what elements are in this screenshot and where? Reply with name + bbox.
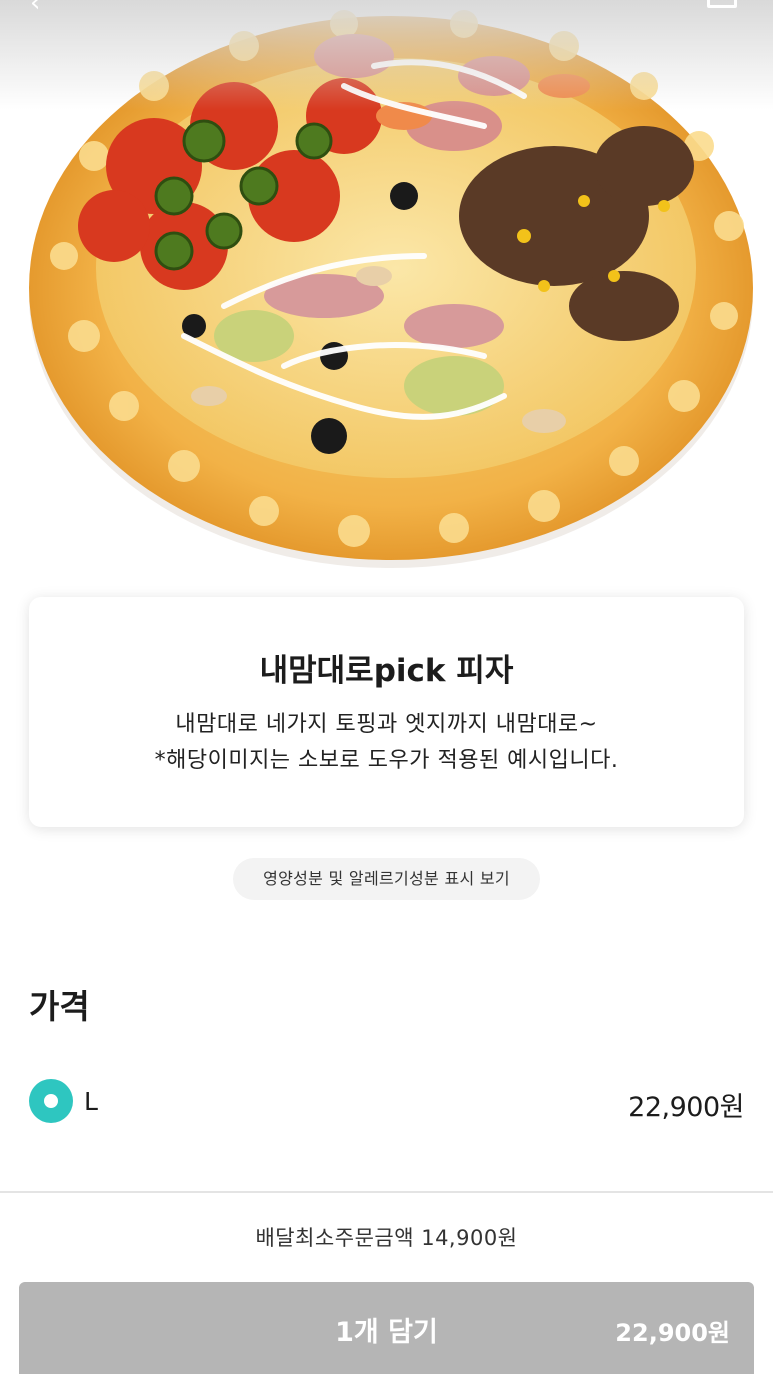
cart-button-price: 22,900원 [615,1319,730,1347]
min-order-text: 배달최소주문금액 14,900원 [255,1226,518,1250]
product-description: 내맘대로 네가지 토핑과 엣지까지 내맘대로~ *해당이미지는 소보로 도우가 … [29,707,744,779]
product-title: 내맘대로pick 피자 [259,653,514,689]
footer-divider [0,1191,773,1193]
product-info-card: 내맘대로pick 피자 내맘대로 네가지 토핑과 엣지까지 내맘대로~ *해당이… [29,597,744,827]
product-image-area: ‹ [0,0,773,590]
size-option-label: L [84,1087,98,1116]
share-icon[interactable] [707,0,737,8]
price-section-title: 가격 [29,987,90,1026]
description-line-1: 내맘대로 네가지 토핑과 엣지까지 내맘대로~ [175,712,598,737]
header-gradient [0,0,773,110]
size-option-price: 22,900원 [628,1092,744,1123]
nutrition-allergy-button[interactable]: 영양성분 및 알레르기성분 표시 보기 [233,858,540,900]
add-to-cart-button[interactable]: 1개 담기 22,900원 [19,1282,754,1374]
size-option-row[interactable]: L 22,900원 [29,1079,744,1125]
radio-selected-icon[interactable] [29,1079,73,1123]
chevron-left-icon[interactable]: ‹ [30,0,60,16]
description-line-2: *해당이미지는 소보로 도우가 적용된 예시입니다. [154,748,619,773]
radio-dot [44,1094,58,1108]
